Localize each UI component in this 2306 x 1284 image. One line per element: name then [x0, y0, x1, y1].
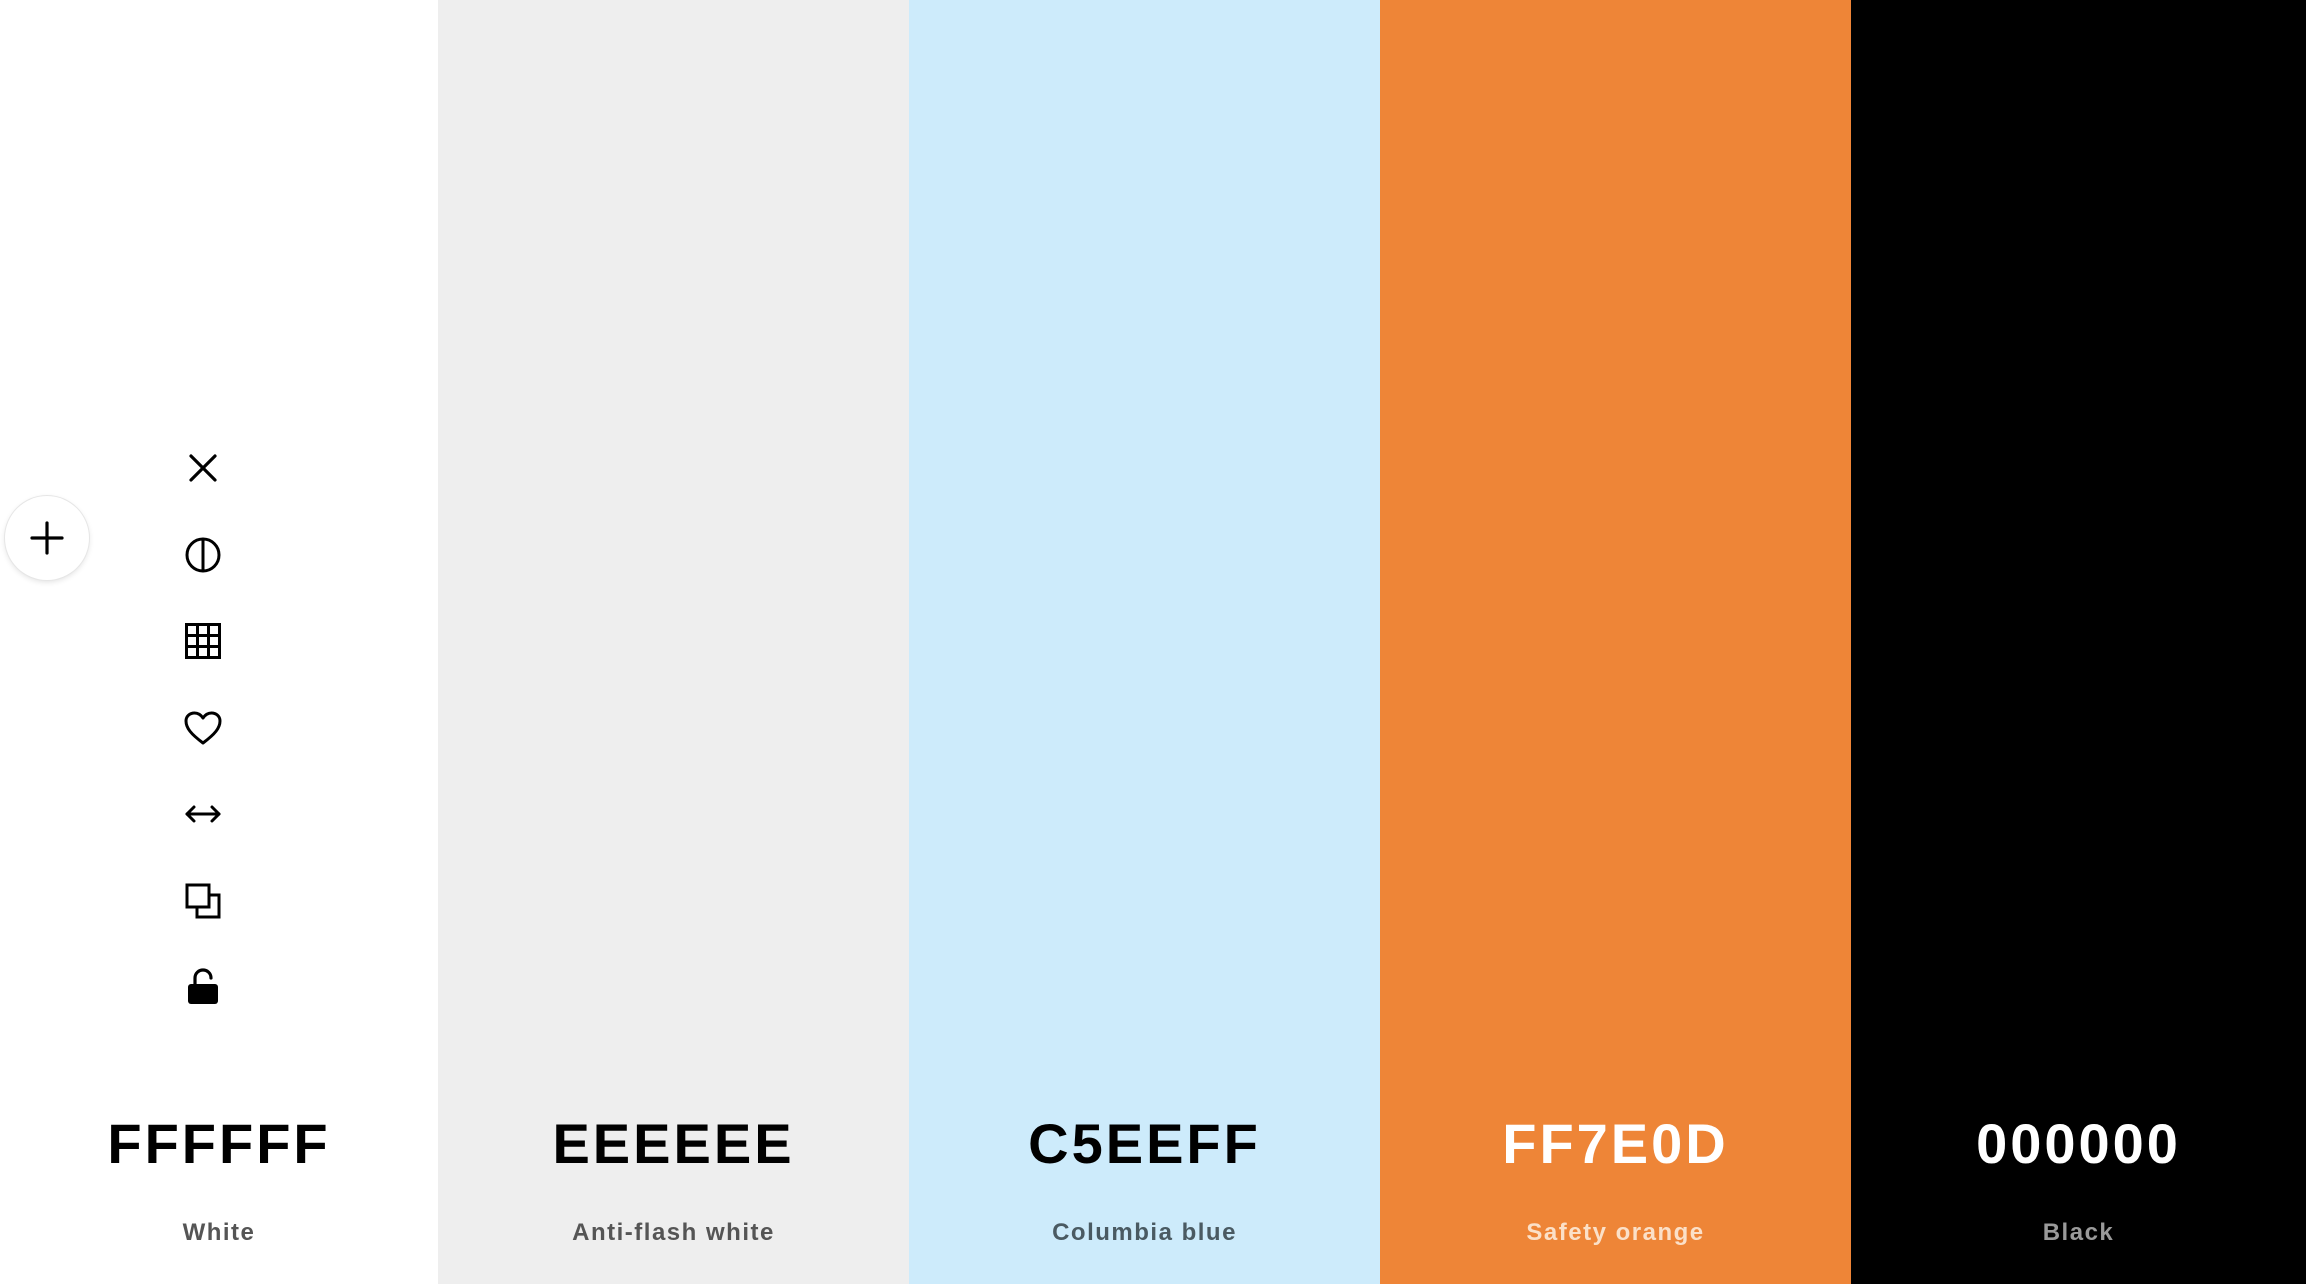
swatch-anti-flash-white[interactable]: EEEEEE Anti-flash white	[438, 0, 909, 1284]
swatch-name: Anti-flash white	[572, 1219, 775, 1246]
copy-icon	[185, 883, 221, 918]
view-grid-button[interactable]	[175, 613, 231, 669]
drag-color-button[interactable]	[175, 786, 231, 842]
swatch-name: Columbia blue	[1052, 1219, 1237, 1246]
swatch-name: Safety orange	[1526, 1219, 1705, 1246]
remove-color-button[interactable]	[175, 440, 231, 496]
grid-icon	[185, 623, 221, 659]
swatch-safety-orange[interactable]: FF7E0D Safety orange	[1380, 0, 1851, 1284]
swatch-hex[interactable]: 000000	[1851, 1112, 2306, 1176]
lock-color-button[interactable]	[175, 959, 231, 1015]
save-color-button[interactable]	[175, 700, 231, 756]
heart-icon	[184, 711, 222, 744]
swatch-name: White	[182, 1219, 256, 1246]
color-palette: FFFFFF White EEEEEE Anti-flash white C5E…	[0, 0, 2306, 1284]
plus-icon	[30, 521, 64, 555]
close-icon	[189, 454, 217, 482]
copy-hex-button[interactable]	[175, 873, 231, 929]
swatch-columbia-blue[interactable]: C5EEFF Columbia blue	[909, 0, 1380, 1284]
swatch-black[interactable]: 000000 Black	[1851, 0, 2306, 1284]
swatch-hex[interactable]: EEEEEE	[438, 1112, 909, 1176]
swatch-hex[interactable]: C5EEFF	[909, 1112, 1380, 1176]
unlock-icon	[188, 968, 218, 1004]
swatch-toolbar	[175, 440, 231, 1046]
swatch-hex[interactable]: FF7E0D	[1380, 1112, 1851, 1176]
swatch-name: Black	[2042, 1219, 2115, 1246]
contrast-icon	[185, 537, 221, 572]
arrows-horizontal-icon	[185, 805, 221, 823]
view-shades-button[interactable]	[175, 527, 231, 583]
swatch-hex[interactable]: FFFFFF	[0, 1112, 438, 1176]
add-color-button[interactable]	[5, 496, 89, 580]
